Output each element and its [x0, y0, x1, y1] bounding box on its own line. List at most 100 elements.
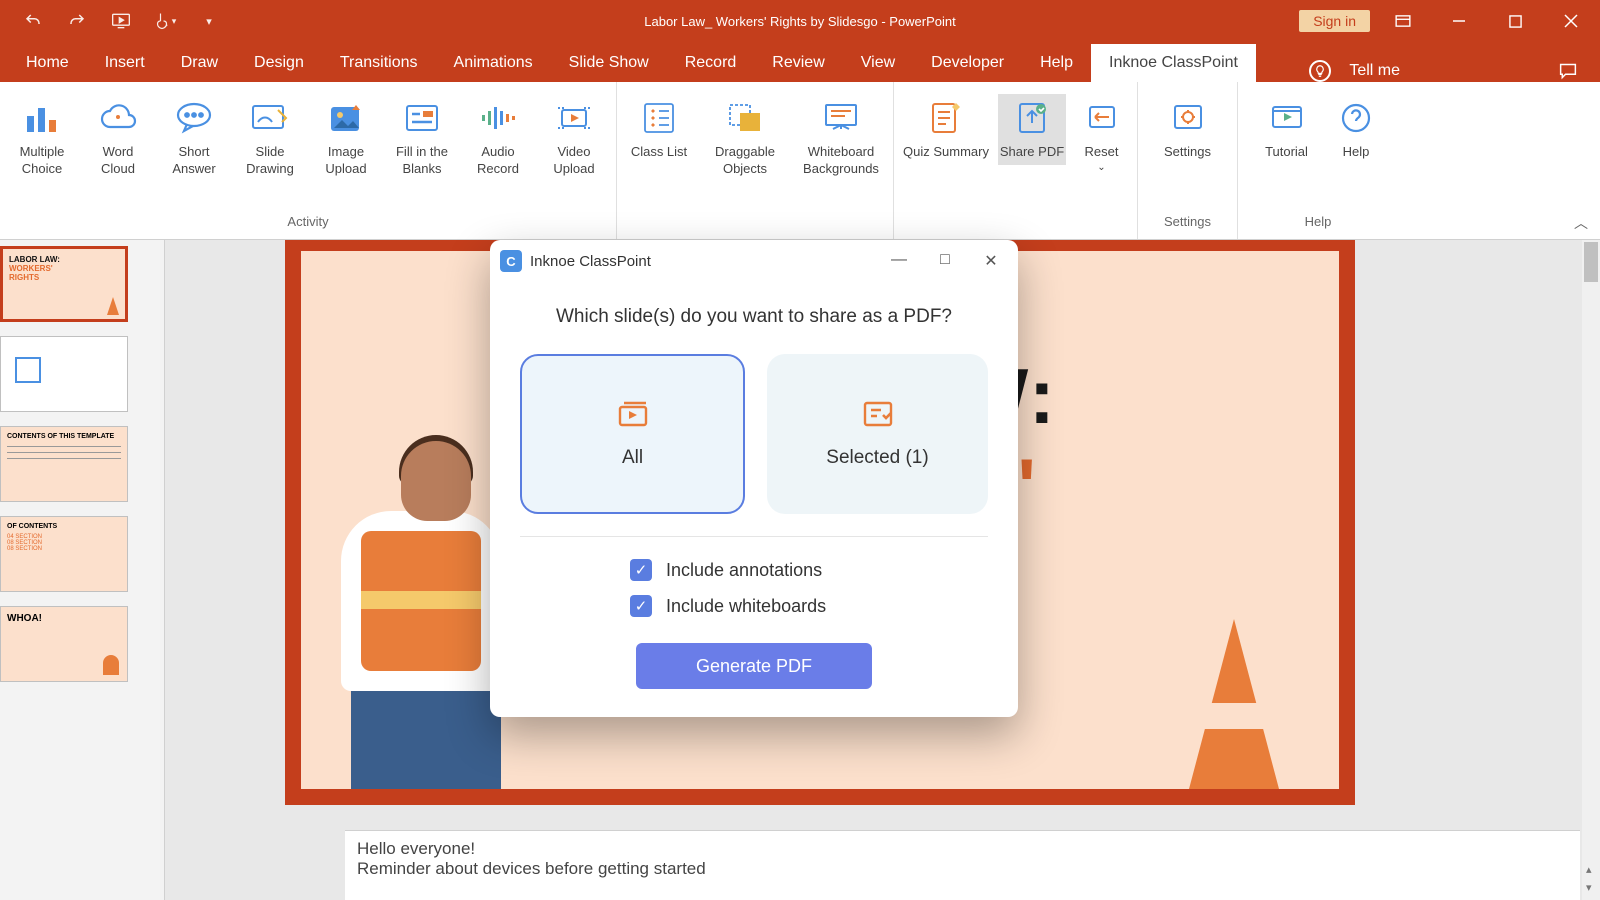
draggable-icon — [725, 98, 765, 138]
thumbnail-5[interactable]: WHOA! — [0, 606, 128, 682]
thumbnail-4[interactable]: OF CONTENTS 04 SECTION 08 SECTION 08 SEC… — [0, 516, 128, 592]
reset-button[interactable]: Reset⌄ — [1074, 94, 1129, 178]
tutorial-button[interactable]: Tutorial — [1253, 94, 1321, 165]
share-pdf-dialog: C Inknoe ClassPoint — □ ✕ Which slide(s)… — [490, 240, 1018, 717]
window-title: Labor Law_ Workers' Rights by Slidesgo -… — [644, 14, 956, 29]
minimize-icon[interactable] — [1436, 6, 1482, 36]
ribbon-tabs: Home Insert Draw Design Transitions Anim… — [0, 42, 1600, 82]
group-label-3 — [1014, 210, 1018, 235]
checkmark-icon: ✓ — [630, 559, 652, 581]
tab-review[interactable]: Review — [754, 44, 842, 82]
classpoint-logo-icon: C — [500, 250, 522, 272]
checkbox-annotations[interactable]: ✓ Include annotations — [630, 559, 822, 581]
image-upload-icon — [326, 98, 366, 138]
multiple-choice-button[interactable]: Multiple Choice — [8, 94, 76, 182]
checkbox-whiteboards-label: Include whiteboards — [666, 596, 826, 617]
close-icon[interactable] — [1548, 6, 1594, 36]
video-upload-icon — [554, 98, 594, 138]
touch-mode-icon[interactable]: ▾ — [150, 6, 180, 36]
fill-blanks-icon — [402, 98, 442, 138]
qat-more-icon[interactable]: ▾ — [194, 6, 224, 36]
notes-line2: Reminder about devices before getting st… — [357, 859, 1568, 879]
quiz-summary-button[interactable]: Quiz Summary — [902, 94, 990, 165]
thumbnail-3[interactable]: CONTENTS OF THIS TEMPLATE — [0, 426, 128, 502]
prev-slide-icon[interactable]: ▴ — [1586, 863, 1592, 876]
group-label-2 — [753, 210, 757, 235]
image-upload-button[interactable]: Image Upload — [312, 94, 380, 182]
play-tutorial-icon — [1267, 98, 1307, 138]
cloud-icon — [98, 98, 138, 138]
dialog-question: Which slide(s) do you want to share as a… — [520, 306, 988, 328]
maximize-icon[interactable] — [1492, 6, 1538, 36]
tab-record[interactable]: Record — [667, 44, 755, 82]
tab-design[interactable]: Design — [236, 44, 322, 82]
gear-icon — [1168, 98, 1208, 138]
short-answer-button[interactable]: Short Answer — [160, 94, 228, 182]
redo-icon[interactable] — [62, 6, 92, 36]
dialog-minimize-icon[interactable]: — — [890, 251, 908, 271]
group-label-help: Help — [1305, 210, 1332, 235]
settings-button[interactable]: Settings — [1154, 94, 1222, 165]
tab-inknoe-classpoint[interactable]: Inknoe ClassPoint — [1091, 44, 1256, 82]
drawing-icon — [250, 98, 290, 138]
vertical-scrollbar[interactable]: ▴ ▾ — [1582, 240, 1600, 900]
tab-view[interactable]: View — [843, 44, 913, 82]
video-upload-button[interactable]: Video Upload — [540, 94, 608, 182]
word-cloud-button[interactable]: Word Cloud — [84, 94, 152, 182]
speech-bubble-icon — [174, 98, 214, 138]
pdf-icon — [1012, 98, 1052, 138]
tab-slideshow[interactable]: Slide Show — [551, 44, 667, 82]
ribbon-display-icon[interactable] — [1380, 6, 1426, 36]
whiteboard-icon — [821, 98, 861, 138]
slide-thumbnails: LABOR LAW: WORKERS' RIGHTS CONTENTS OF T… — [0, 240, 165, 900]
checkmark-icon: ✓ — [630, 595, 652, 617]
signin-button[interactable]: Sign in — [1299, 10, 1370, 32]
notes-line1: Hello everyone! — [357, 839, 1568, 859]
tab-animations[interactable]: Animations — [436, 44, 551, 82]
audio-icon — [478, 98, 518, 138]
help-button[interactable]: Help — [1329, 94, 1384, 165]
tab-transitions[interactable]: Transitions — [322, 44, 436, 82]
ribbon: Multiple Choice Word Cloud Short Answer … — [0, 82, 1600, 240]
option-all-label: All — [622, 447, 643, 469]
audio-record-button[interactable]: Audio Record — [464, 94, 532, 182]
group-label-activity: Activity — [287, 210, 328, 235]
tab-insert[interactable]: Insert — [87, 44, 163, 82]
next-slide-icon[interactable]: ▾ — [1586, 881, 1592, 894]
undo-icon[interactable] — [18, 6, 48, 36]
fill-blanks-button[interactable]: Fill in the Blanks — [388, 94, 456, 182]
list-stars-icon — [639, 98, 679, 138]
class-list-button[interactable]: Class List — [625, 94, 693, 165]
option-selected-label: Selected (1) — [826, 447, 928, 469]
dialog-titlebar: C Inknoe ClassPoint — □ ✕ — [490, 240, 1018, 282]
tab-draw[interactable]: Draw — [163, 44, 236, 82]
tab-developer[interactable]: Developer — [913, 44, 1022, 82]
slide-drawing-button[interactable]: Slide Drawing — [236, 94, 304, 182]
checkbox-annotations-label: Include annotations — [666, 560, 822, 581]
collapse-ribbon-icon[interactable]: ︿ — [1574, 213, 1588, 233]
speaker-notes[interactable]: Hello everyone! Reminder about devices b… — [345, 830, 1580, 900]
comments-icon[interactable] — [1558, 62, 1578, 80]
option-all[interactable]: All — [520, 354, 745, 514]
draggable-objects-button[interactable]: Draggable Objects — [701, 94, 789, 182]
slides-all-icon — [616, 399, 650, 429]
lightbulb-icon[interactable] — [1309, 60, 1331, 82]
generate-pdf-button[interactable]: Generate PDF — [636, 643, 872, 689]
tab-home[interactable]: Home — [8, 44, 87, 82]
checkbox-whiteboards[interactable]: ✓ Include whiteboards — [630, 595, 826, 617]
slides-selected-icon — [861, 399, 895, 429]
slideshow-from-start-icon[interactable] — [106, 6, 136, 36]
tab-help[interactable]: Help — [1022, 44, 1091, 82]
worker-illustration — [301, 441, 521, 761]
tell-me-label[interactable]: Tell me — [1349, 62, 1400, 80]
bar-chart-icon — [22, 98, 62, 138]
share-pdf-button[interactable]: Share PDF — [998, 94, 1066, 165]
thumbnail-1[interactable]: LABOR LAW: WORKERS' RIGHTS — [0, 246, 128, 322]
dialog-maximize-icon[interactable]: □ — [936, 251, 954, 271]
whiteboard-bg-button[interactable]: Whiteboard Backgrounds — [797, 94, 885, 182]
dialog-close-icon[interactable]: ✕ — [982, 251, 1000, 271]
thumbnail-2[interactable] — [0, 336, 128, 412]
scroll-thumb[interactable] — [1584, 242, 1598, 282]
option-selected[interactable]: Selected (1) — [767, 354, 988, 514]
reset-icon — [1082, 98, 1122, 138]
